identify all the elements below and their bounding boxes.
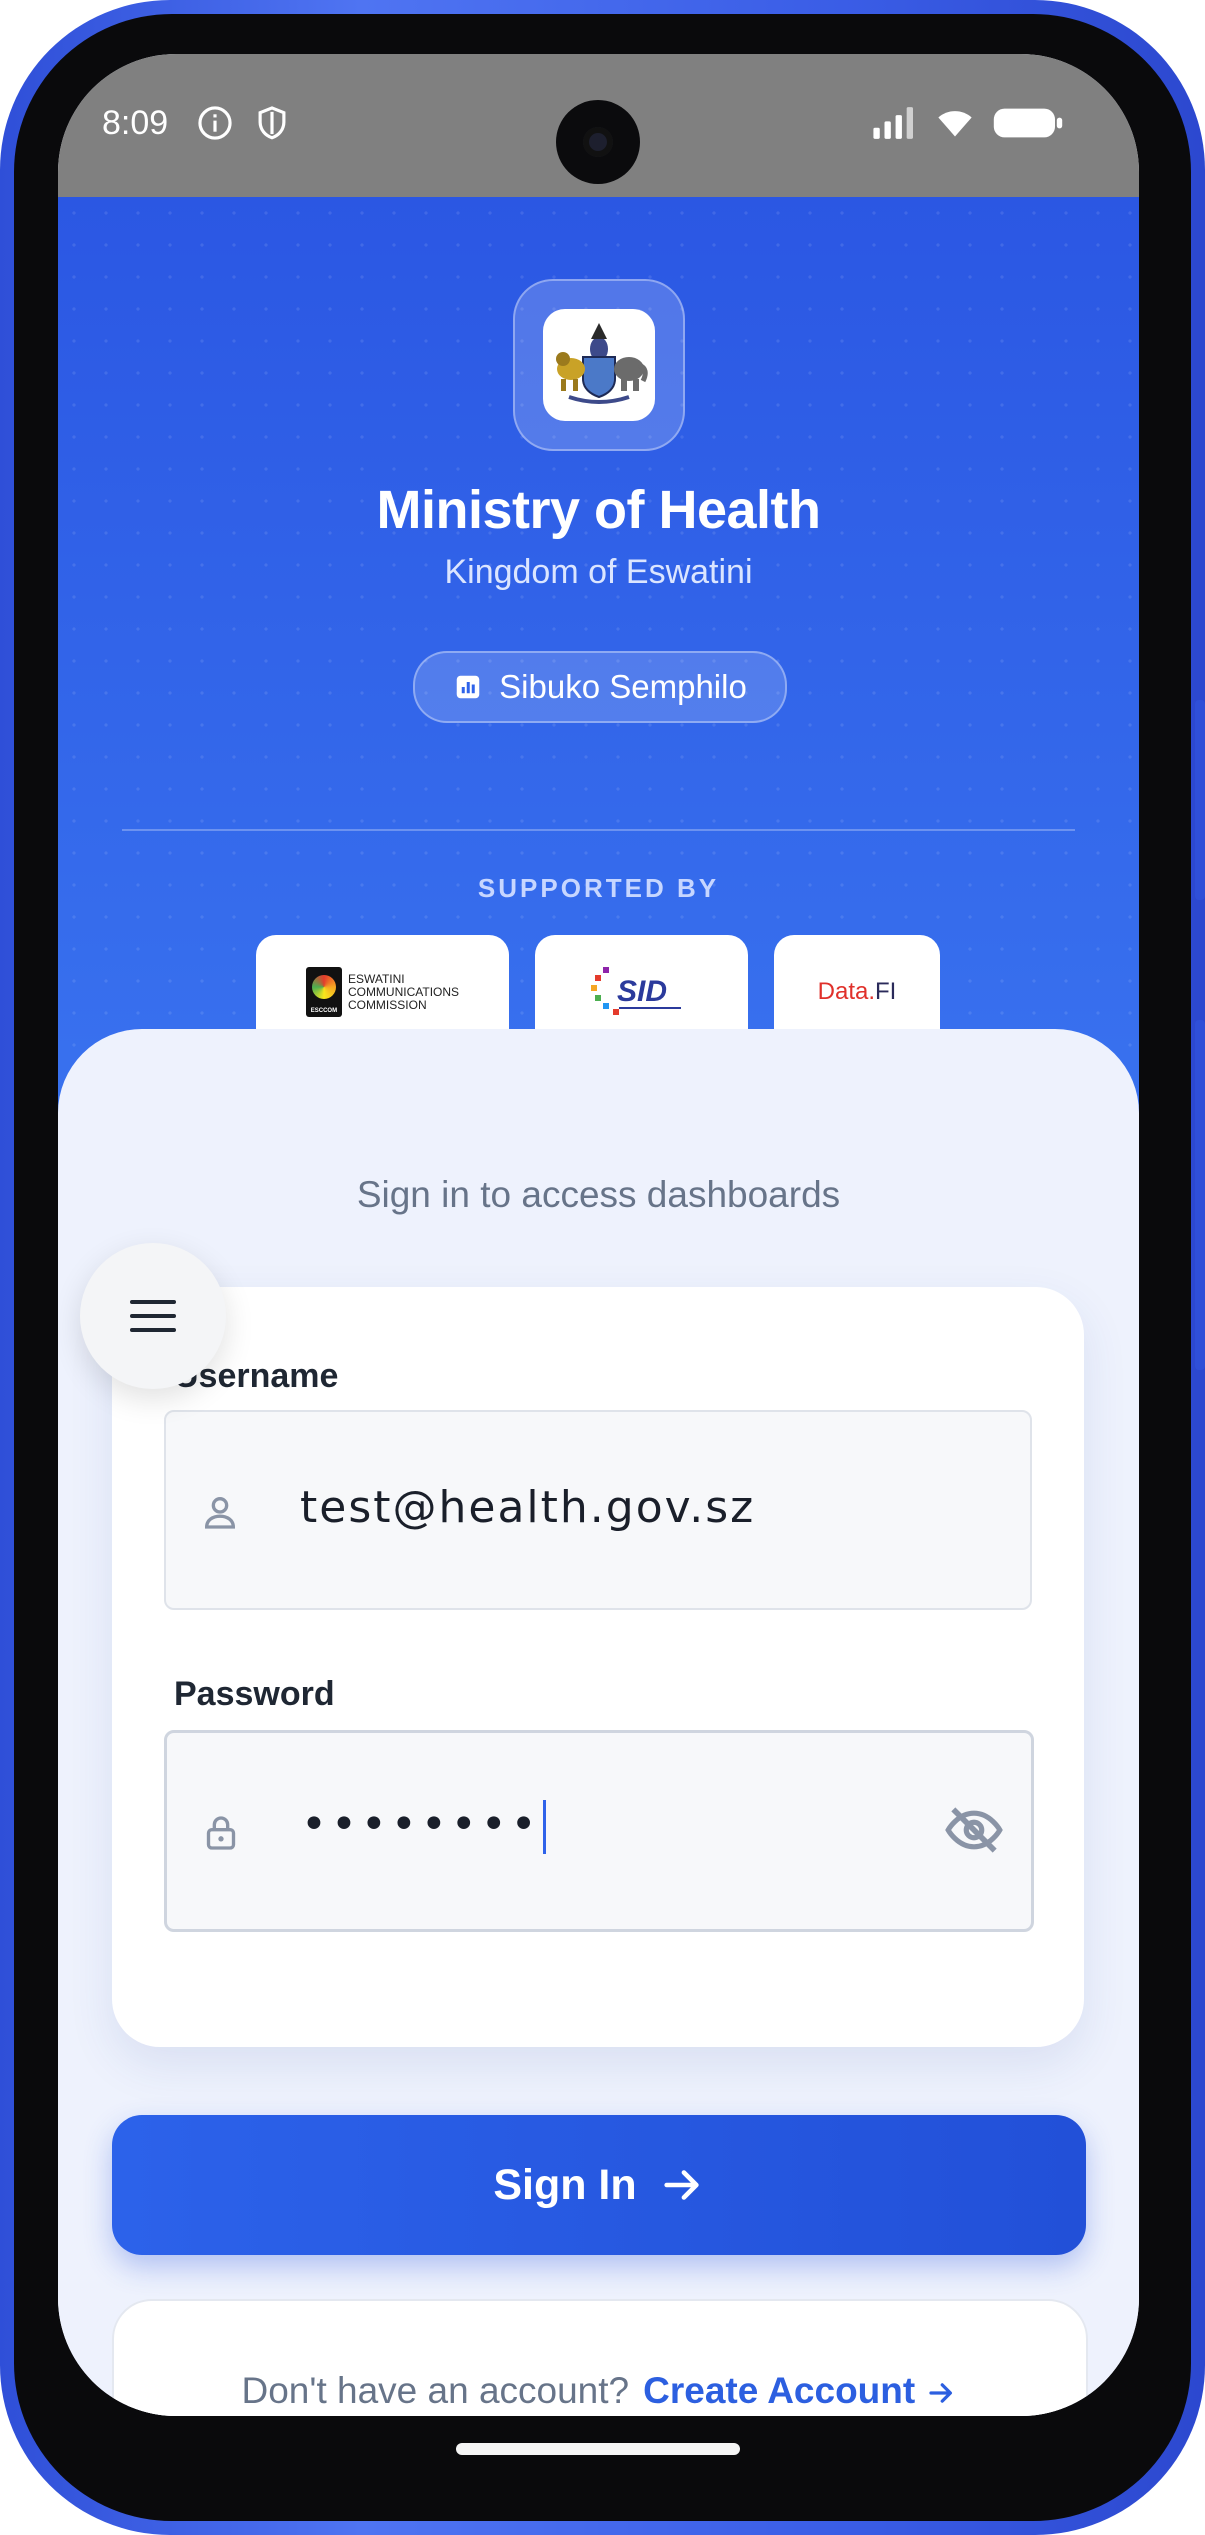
front-camera: [556, 100, 640, 184]
bar-chart-icon: [456, 675, 480, 699]
status-time: 8:09: [102, 104, 169, 142]
volume-button: [1195, 700, 1205, 900]
header-divider: [122, 829, 1075, 831]
username-field[interactable]: test@health.gov.sz: [164, 1410, 1032, 1610]
status-bar: 8:09: [58, 54, 1139, 197]
hamburger-menu-icon: [130, 1300, 176, 1332]
create-account-link[interactable]: Create Account: [643, 2370, 955, 2411]
password-field[interactable]: ••••••••: [164, 1730, 1034, 1932]
datafi-wordmark: Data.FI: [817, 978, 897, 1005]
sign-in-label: Sign In: [493, 2160, 637, 2209]
info-icon: [198, 106, 232, 140]
page-subtitle: Kingdom of Eswatini: [444, 553, 753, 591]
username-value: test@health.gov.sz: [300, 1482, 756, 1533]
battery-icon: [993, 108, 1063, 138]
coat-of-arms-icon: [543, 309, 655, 421]
sign-in-button[interactable]: Sign In: [112, 2115, 1086, 2255]
app-badge-label: Sibuko Semphilo: [499, 668, 747, 705]
phone-frame: 8:09 Ministry of Health Kingdom of Eswat…: [0, 0, 1205, 2535]
create-account-prompt: Don't have an account?: [241, 2370, 630, 2411]
page-title: Ministry of Health: [376, 480, 821, 540]
text-caret: [542, 1800, 546, 1854]
arrow-right-icon: [664, 2170, 699, 2200]
eye-off-icon[interactable]: [943, 1799, 1005, 1861]
sid-emblem: SID: [590, 967, 681, 1015]
power-button: [1195, 1020, 1205, 1370]
esccom-emblem: ESCCOM: [305, 967, 342, 1017]
password-value: ••••••••: [301, 1799, 546, 1854]
signal-icon: [873, 107, 913, 139]
user-icon: [204, 1497, 236, 1529]
app-badge: Sibuko Semphilo: [413, 651, 787, 723]
supported-by-label: SUPPORTED BY: [477, 873, 720, 903]
svg-text:SID: SID: [617, 975, 667, 1008]
password-label: Password: [174, 1675, 335, 1713]
shield-icon: [258, 106, 286, 140]
screen: 8:09 Ministry of Health Kingdom of Eswat…: [58, 54, 1139, 2416]
login-form-card: Username test@health.gov.sz Password •••…: [112, 1287, 1084, 2047]
home-indicator[interactable]: [456, 2443, 740, 2455]
wifi-icon: [938, 111, 972, 137]
ministry-logo: [513, 279, 685, 451]
esccom-text: ESWATINI COMMUNICATIONS COMMISSION: [347, 971, 460, 1012]
create-account-row: Don't have an account? Create Account: [58, 2370, 1139, 2412]
sign-in-intro: Sign in to access dashboards: [356, 1174, 841, 1215]
arrow-right-icon: [928, 2383, 952, 2403]
menu-button[interactable]: [80, 1243, 226, 1389]
lock-icon: [206, 1816, 236, 1850]
